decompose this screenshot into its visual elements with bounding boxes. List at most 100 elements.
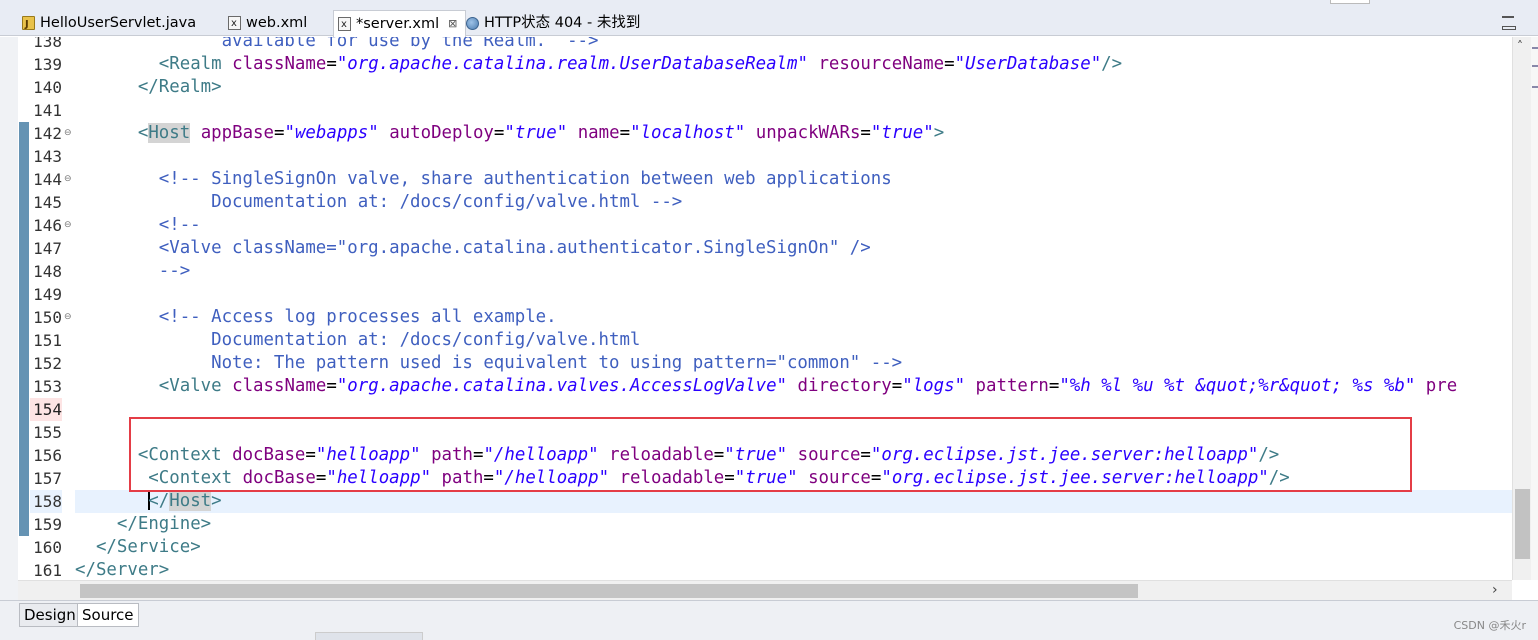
code-token: name bbox=[577, 123, 620, 143]
close-tab-icon[interactable]: ⊠ bbox=[448, 11, 457, 37]
code-token: </ bbox=[148, 491, 170, 511]
scroll-up-icon[interactable]: ˄ bbox=[1517, 39, 1523, 53]
line-number: 138 bbox=[33, 37, 62, 51]
code-line[interactable] bbox=[75, 99, 1512, 122]
code-token: pre bbox=[1425, 376, 1458, 396]
code-line[interactable] bbox=[75, 283, 1512, 306]
code-token: "org.apache.catalina.realm.UserDatabaseR… bbox=[336, 54, 808, 74]
code-token: = bbox=[273, 123, 285, 143]
vertical-scroll-thumb[interactable] bbox=[1515, 489, 1530, 559]
maximize-icon[interactable] bbox=[1502, 26, 1516, 30]
code-line[interactable]: Note: The pattern used is equivalent to … bbox=[75, 352, 1512, 375]
code-token: = bbox=[326, 376, 337, 396]
overview-mark bbox=[1532, 65, 1538, 67]
code-token: > bbox=[200, 514, 212, 534]
code-token: <!-- bbox=[75, 215, 201, 235]
tab-hello-user-servlet[interactable]: HelloUserServlet.java bbox=[18, 10, 204, 38]
web-browser-icon bbox=[466, 16, 479, 30]
line-number: 140 bbox=[33, 78, 62, 97]
vertical-scrollbar[interactable]: ˄ bbox=[1512, 37, 1531, 580]
code-token: resourceName bbox=[818, 54, 945, 74]
code-line[interactable]: Documentation at: /docs/config/valve.htm… bbox=[75, 329, 1512, 352]
line-number: 156 bbox=[33, 446, 62, 465]
code-token: Engine bbox=[137, 514, 201, 534]
line-number: 141 bbox=[33, 101, 62, 120]
tab-server-xml[interactable]: *server.xml ⊠ bbox=[333, 10, 467, 38]
line-number-ruler: 138 139 140 141 142 ⊖ 143 144 ⊖ 145 146 ⊖ 147 148 149 1… bbox=[18, 37, 75, 580]
xml-file-icon bbox=[228, 11, 241, 37]
code-line[interactable]: </Service> bbox=[75, 536, 1512, 559]
tab-source[interactable]: Source bbox=[77, 603, 139, 627]
code-token: className bbox=[232, 54, 327, 74]
minimize-icon[interactable] bbox=[1502, 16, 1514, 18]
code-token: Service bbox=[116, 537, 191, 557]
line-number: 145 bbox=[33, 193, 62, 212]
code-token: Documentation at: /docs/config/valve.htm… bbox=[75, 330, 641, 350]
code-line[interactable]: available for use by the Realm. --> bbox=[75, 37, 1512, 53]
line-number: 152 bbox=[33, 354, 62, 373]
code-token: = bbox=[326, 54, 337, 74]
fold-toggle-icon[interactable]: ⊖ bbox=[64, 168, 74, 191]
editor-mode-bar: Design Source CSDN @禾火r bbox=[0, 600, 1538, 640]
fold-toggle-icon[interactable]: ⊖ bbox=[64, 214, 74, 237]
code-line[interactable]: </Engine> bbox=[75, 513, 1512, 536]
code-line[interactable]: </Realm> bbox=[75, 76, 1512, 99]
status-strip bbox=[315, 632, 423, 640]
line-number: 161 bbox=[33, 561, 62, 580]
code-token: --> bbox=[75, 261, 191, 281]
line-number: 160 bbox=[33, 538, 62, 557]
horizontal-scroll-thumb[interactable] bbox=[80, 584, 1138, 598]
code-token: > bbox=[158, 560, 170, 580]
code-line[interactable]: <Realm className="org.apache.catalina.re… bbox=[75, 53, 1512, 76]
line-number: 146 bbox=[33, 216, 62, 235]
tab-http-404[interactable]: HTTP状态 404 - 未找到 bbox=[462, 10, 648, 36]
code-line[interactable]: <!-- Access log processes all example. bbox=[75, 306, 1512, 329]
java-file-icon bbox=[22, 12, 35, 38]
code-token: Note: The pattern used is equivalent to … bbox=[75, 353, 903, 373]
code-token: pattern bbox=[975, 376, 1049, 396]
tab-design[interactable]: Design bbox=[19, 603, 81, 627]
code-line[interactable]: <Valve className="org.apache.catalina.au… bbox=[75, 237, 1512, 260]
line-number: 157 bbox=[33, 469, 62, 488]
code-token: = bbox=[860, 123, 871, 143]
fold-toggle-icon[interactable]: ⊖ bbox=[64, 122, 74, 145]
code-line[interactable]: <Host appBase="webapps" autoDeploy="true… bbox=[75, 122, 1512, 145]
scroll-right-icon[interactable]: › bbox=[1492, 582, 1498, 598]
line-number: 139 bbox=[33, 55, 62, 74]
xml-source-editor[interactable]: 138 139 140 141 142 ⊖ 143 144 ⊖ 145 146 ⊖ 147 148 149 1… bbox=[18, 37, 1512, 580]
code-line[interactable] bbox=[75, 145, 1512, 168]
overview-mark bbox=[1532, 47, 1538, 49]
code-line[interactable]: --> bbox=[75, 260, 1512, 283]
highlight-box bbox=[129, 417, 1412, 492]
code-line[interactable]: <Valve className="org.apache.catalina.va… bbox=[75, 375, 1512, 398]
code-line[interactable]: Documentation at: /docs/config/valve.htm… bbox=[75, 191, 1512, 214]
code-line[interactable]: </Server> bbox=[75, 559, 1512, 580]
code-line[interactable]: </Host> bbox=[75, 490, 1512, 513]
code-token: "logs" bbox=[902, 376, 966, 396]
tab-web-xml[interactable]: web.xml bbox=[224, 10, 315, 37]
horizontal-scrollbar[interactable]: › bbox=[18, 580, 1512, 600]
code-token: "localhost" bbox=[630, 123, 746, 143]
code-line[interactable]: <!-- bbox=[75, 214, 1512, 237]
code-area[interactable]: available for use by the Realm. --> <Rea… bbox=[75, 37, 1512, 580]
code-token: "%h %l %u %t &quot;%r&quot; %s %b" bbox=[1059, 376, 1416, 396]
code-token: Server bbox=[95, 560, 159, 580]
line-number: 151 bbox=[33, 331, 62, 350]
code-token: = bbox=[891, 376, 903, 396]
xml-file-icon bbox=[338, 12, 351, 38]
fold-toggle-icon[interactable]: ⊖ bbox=[64, 306, 74, 329]
code-line[interactable]: <!-- SingleSignOn valve, share authentic… bbox=[75, 168, 1512, 191]
code-token: Host bbox=[148, 123, 191, 143]
tabbar-control[interactable] bbox=[1330, 0, 1370, 4]
code-token: appBase bbox=[200, 123, 274, 143]
tab-label: HelloUserServlet.java bbox=[40, 15, 197, 31]
